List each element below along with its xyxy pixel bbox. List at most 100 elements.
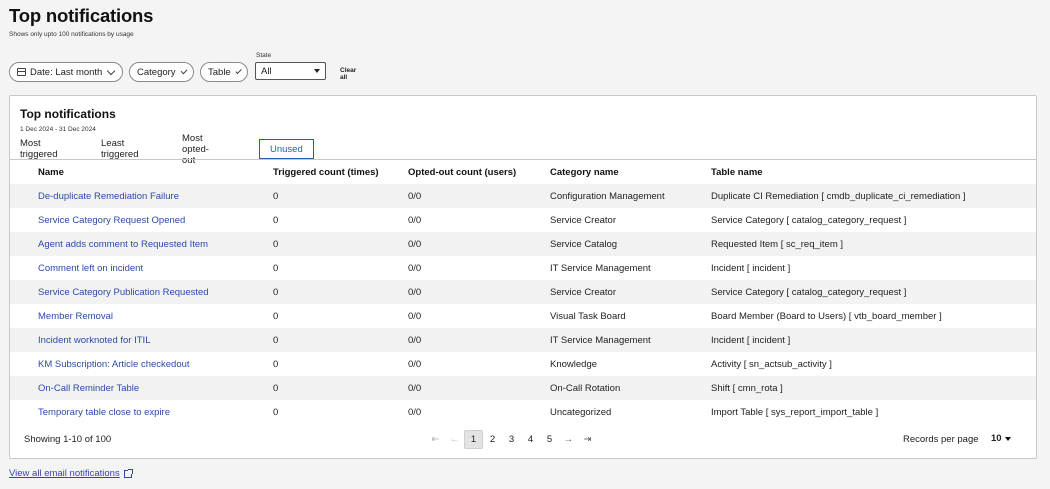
opted-out-count: 0/0 (408, 262, 422, 274)
table-name: Board Member (Board to Users) [ vtb_boar… (711, 310, 942, 322)
table-name: Activity [ sn_actsub_activity ] (711, 358, 832, 370)
table-row: Service Category Publication Requested 0 0… (10, 280, 1036, 304)
page-title: Top notifications (9, 5, 154, 26)
category-filter-label: Category (137, 66, 176, 78)
showing-count: Showing 1-10 of 100 (24, 434, 112, 445)
table-name: Requested Item [ sc_req_item ] (711, 238, 844, 250)
page-number-4[interactable]: 4 (521, 430, 540, 449)
opted-out-count: 0/0 (408, 214, 422, 226)
opted-out-count: 0/0 (408, 286, 422, 298)
column-header-name[interactable]: Name (38, 167, 64, 178)
notification-name-link[interactable]: Member Removal (38, 311, 113, 322)
table-name: Incident [ incident ] (711, 262, 791, 274)
triggered-count: 0 (273, 214, 279, 226)
records-per-page-select[interactable]: 10 (991, 433, 1011, 444)
column-header-category[interactable]: Category name (550, 167, 619, 178)
category-name: IT Service Management (550, 262, 651, 274)
category-name: Knowledge (550, 358, 598, 370)
clear-all-button[interactable]: Clear all (340, 67, 356, 81)
state-select[interactable]: All (255, 62, 326, 80)
notification-name-link[interactable]: Incident worknoted for ITIL (38, 335, 150, 346)
table-filter-label: Table (208, 66, 231, 78)
external-link-icon (123, 468, 133, 478)
category-name: Service Creator (550, 286, 616, 298)
records-per-page-label: Records per page (903, 434, 979, 445)
opted-out-count: 0/0 (408, 382, 422, 394)
view-all-link-label: View all email notifications (9, 468, 120, 479)
date-range: 1 Dec 2024 - 31 Dec 2024 (20, 126, 96, 133)
category-name: On-Call Rotation (550, 382, 621, 394)
notification-name-link[interactable]: De-duplicate Remediation Failure (38, 191, 179, 202)
table-row: De-duplicate Remediation Failure 0 0/0 Conf… (10, 184, 1036, 208)
tab-most-opted-out[interactable]: Most opted-out (182, 133, 209, 166)
column-header-table[interactable]: Table name (711, 167, 763, 178)
category-filter-pill[interactable]: Category (129, 62, 194, 82)
page-subtitle: Shows only upto 100 notifications by usa… (9, 31, 134, 38)
prev-page-icon[interactable]: ← (445, 430, 464, 449)
chevron-down-icon (180, 66, 188, 75)
date-filter-label: Date: Last month (30, 66, 103, 78)
column-header-opted-out[interactable]: Opted-out count (users) (408, 167, 516, 178)
pagination: ⇤ ← 12345 → ⇥ (426, 430, 597, 449)
page-number-2[interactable]: 2 (483, 430, 502, 449)
opted-out-count: 0/0 (408, 406, 422, 418)
table-row: Service Category Request Opened 0 0/0 Servi… (10, 208, 1036, 232)
opted-out-count: 0/0 (408, 358, 422, 370)
category-name: Service Creator (550, 214, 616, 226)
chevron-down-icon (107, 66, 116, 75)
category-name: Service Catalog (550, 238, 618, 250)
triggered-count: 0 (273, 334, 279, 346)
table-footer: Showing 1-10 of 100 ⇤ ← 12345 → ⇥ Record… (10, 428, 1036, 450)
caret-down-icon (1004, 436, 1011, 441)
notification-name-link[interactable]: Service Category Publication Requested (38, 287, 209, 298)
view-all-email-notifications-link[interactable]: View all email notifications (9, 468, 133, 479)
table-row: Comment left on incident 0 0/0 IT Service M… (10, 256, 1036, 280)
column-header-triggered[interactable]: Triggered count (times) (273, 167, 379, 178)
page-number-1[interactable]: 1 (464, 430, 483, 449)
category-name: Visual Task Board (550, 310, 626, 322)
page-number-5[interactable]: 5 (540, 430, 559, 449)
triggered-count: 0 (273, 406, 279, 418)
opted-out-count: 0/0 (408, 238, 422, 250)
table-row: On-Call Reminder Table 0 0/0 On-Call Rotati… (10, 376, 1036, 400)
notification-name-link[interactable]: KM Subscription: Article checkedout (38, 359, 190, 370)
last-page-icon[interactable]: ⇥ (578, 430, 597, 449)
chevron-down-icon (235, 67, 242, 74)
opted-out-count: 0/0 (408, 334, 422, 346)
triggered-count: 0 (273, 190, 279, 202)
triggered-count: 0 (273, 286, 279, 298)
notification-name-link[interactable]: On-Call Reminder Table (38, 383, 139, 394)
tab-most-triggered[interactable]: Most triggered (20, 138, 58, 160)
state-select-value: All (261, 65, 272, 77)
table-row: Member Removal 0 0/0 Visual Task Board Board… (10, 304, 1036, 328)
page-numbers: 12345 (464, 430, 559, 449)
triggered-count: 0 (273, 262, 279, 274)
tab-unused[interactable]: Unused (259, 139, 314, 159)
triggered-count: 0 (273, 310, 279, 322)
next-page-icon[interactable]: → (559, 430, 578, 449)
table-name: Service Category [ catalog_category_requ… (711, 286, 907, 298)
notification-name-link[interactable]: Comment left on incident (38, 263, 143, 274)
page-number-3[interactable]: 3 (502, 430, 521, 449)
table-filter-pill[interactable]: Table (200, 62, 248, 82)
notification-name-link[interactable]: Temporary table close to expire (38, 407, 170, 418)
category-name: Uncategorized (550, 406, 612, 418)
top-notifications-card: Top notifications 1 Dec 2024 - 31 Dec 20… (9, 95, 1037, 459)
tab-least-triggered[interactable]: Least triggered (101, 138, 139, 160)
table-name: Shift [ cmn_rota ] (711, 382, 783, 394)
first-page-icon[interactable]: ⇤ (426, 430, 445, 449)
state-label: State (256, 52, 272, 59)
notification-name-link[interactable]: Agent adds comment to Requested Item (38, 239, 208, 250)
date-filter-pill[interactable]: Date: Last month (9, 62, 123, 82)
table-row: Incident worknoted for ITIL 0 0/0 IT Servic… (10, 328, 1036, 352)
table-row: Temporary table close to expire 0 0/0 Uncat… (10, 400, 1036, 424)
opted-out-count: 0/0 (408, 190, 422, 202)
table-name: Incident [ incident ] (711, 334, 791, 346)
table-name: Import Table [ sys_report_import_table ] (711, 406, 879, 418)
table-name: Duplicate CI Remediation [ cmdb_duplicat… (711, 190, 966, 202)
records-per-page-value: 10 (991, 433, 1002, 444)
table-row: Agent adds comment to Requested Item 0 0/0… (10, 232, 1036, 256)
table-row: KM Subscription: Article checkedout 0 0/0 K… (10, 352, 1036, 376)
category-name: IT Service Management (550, 334, 651, 346)
notification-name-link[interactable]: Service Category Request Opened (38, 215, 185, 226)
